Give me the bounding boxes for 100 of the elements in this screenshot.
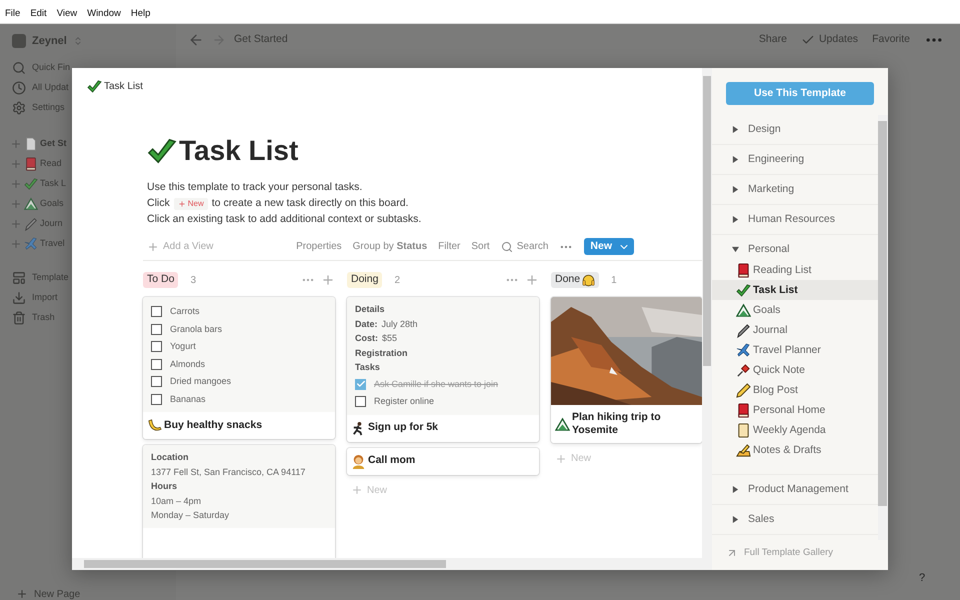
category-toggle[interactable]: Human Resources xyxy=(712,205,878,234)
expand-icon[interactable] xyxy=(10,198,22,210)
new-button[interactable]: New xyxy=(584,238,634,255)
share-button[interactable]: Share xyxy=(758,32,787,48)
menu-item[interactable]: File xyxy=(5,6,20,21)
sidebar-item[interactable]: Settings xyxy=(32,101,65,115)
category-toggle[interactable]: Sales xyxy=(712,505,878,534)
property-heading: Location xyxy=(151,451,190,464)
category-toggle[interactable]: Product Management xyxy=(712,475,878,504)
page-breadcrumb[interactable]: Task List xyxy=(104,78,143,94)
scrollbar-thumb[interactable] xyxy=(878,121,887,506)
checklist-item-text: Carrots xyxy=(170,305,200,318)
pen-icon xyxy=(736,322,751,338)
gallery-entry[interactable]: Weekly Agenda xyxy=(712,420,878,440)
sidebar-item[interactable]: All Updat xyxy=(32,81,69,95)
gallery-entry[interactable]: Journal xyxy=(712,320,878,340)
description-text: to create a new task directly on this board. xyxy=(212,196,408,211)
gallery-entry[interactable]: Goals xyxy=(712,300,878,320)
gallery-link[interactable]: Full Template Gallery xyxy=(712,546,878,560)
add-view-button[interactable]: Add a View xyxy=(147,239,214,254)
document-icon xyxy=(24,137,38,151)
menu-item[interactable]: View xyxy=(56,6,78,21)
check-icon xyxy=(87,78,102,94)
group-by-button[interactable]: Group by Status xyxy=(352,239,428,254)
checkbox[interactable] xyxy=(355,378,366,390)
task-card[interactable]: Location 1377 Fell St, San Francisco, CA 94117 Hours 10am – 4pm Monday – Saturday xyxy=(143,445,335,558)
page-link[interactable]: Travel xyxy=(40,237,65,251)
workspace-name[interactable]: Zeynel xyxy=(32,32,67,50)
help-button[interactable]: ? xyxy=(910,566,934,590)
back-icon[interactable] xyxy=(188,32,204,48)
horizontal-scrollbar[interactable] xyxy=(72,558,712,570)
gallery-entry[interactable]: Quick Note xyxy=(712,360,878,380)
menu-item[interactable]: Help xyxy=(130,6,150,21)
switcher-icon[interactable] xyxy=(72,36,83,46)
sidebar-item[interactable]: Template xyxy=(32,271,69,285)
search-button[interactable]: Search xyxy=(500,239,548,254)
expand-icon[interactable] xyxy=(10,138,22,150)
search-icon xyxy=(12,61,26,75)
category-toggle[interactable]: Engineering xyxy=(712,145,878,174)
use-template-button[interactable]: Use This Template xyxy=(726,82,874,106)
pin-icon xyxy=(736,362,751,378)
menu-item[interactable]: Edit xyxy=(30,6,47,21)
gallery-entry[interactable]: Personal Home xyxy=(712,400,878,420)
page-link[interactable]: Get St xyxy=(40,137,67,151)
sidebar-item[interactable]: Trash xyxy=(32,311,55,325)
vertical-scrollbar[interactable] xyxy=(878,115,888,540)
sort-button[interactable]: Sort xyxy=(471,239,490,254)
checkbox[interactable] xyxy=(151,376,162,388)
search-icon xyxy=(500,240,513,252)
gallery-entry[interactable]: Travel Planner xyxy=(712,340,878,360)
category-toggle[interactable]: Marketing xyxy=(712,175,878,204)
gallery-entry[interactable]: Task List xyxy=(712,280,878,300)
scrollbar-thumb[interactable] xyxy=(703,76,711,366)
task-card[interactable]: Plan hiking trip to Yosemite xyxy=(551,297,702,444)
property-value: Monday – Saturday xyxy=(151,509,230,522)
favorite-button[interactable]: Favorite xyxy=(872,32,910,48)
menu-item[interactable]: Window xyxy=(87,6,121,21)
task-card[interactable]: Call mom xyxy=(347,448,539,474)
expand-icon[interactable] xyxy=(10,178,22,190)
status-tag: To Do xyxy=(143,272,178,288)
checklist-item-text: Dried mangoes xyxy=(170,375,232,388)
expand-icon[interactable] xyxy=(10,238,22,250)
expand-icon[interactable] xyxy=(10,218,22,230)
checklist-item-text: Almonds xyxy=(170,358,206,370)
expand-icon[interactable] xyxy=(10,158,22,170)
notepad-pencil-icon xyxy=(736,442,751,458)
updates-button[interactable]: Updates xyxy=(800,32,858,48)
task-card[interactable]: Carrots Granola bars Yogurt Almonds Dried mangoes Bananas Buy healthy snacks xyxy=(143,297,335,439)
sidebar-item[interactable]: Quick Fin xyxy=(32,61,70,75)
filter-button[interactable]: Filter xyxy=(438,239,460,254)
scrollbar-thumb[interactable] xyxy=(84,560,446,568)
sidebar-item[interactable]: Import xyxy=(32,291,58,305)
checkbox[interactable] xyxy=(151,358,162,370)
add-icon[interactable] xyxy=(525,273,539,287)
page-breadcrumb[interactable]: Get Started xyxy=(234,32,288,48)
new-page-button[interactable]: New Page xyxy=(0,588,176,600)
page-link[interactable]: Task L xyxy=(40,177,66,191)
count-label: 1 xyxy=(611,274,617,288)
caret-icon xyxy=(732,126,739,134)
checkbox[interactable] xyxy=(151,394,162,405)
notepad-icon xyxy=(736,422,751,438)
gallery-entry[interactable]: Notes & Drafts xyxy=(712,440,878,460)
checkbox[interactable] xyxy=(151,324,162,335)
checkbox[interactable] xyxy=(151,306,162,318)
task-card[interactable]: Details Date: July 28th Cost: $55 Registration Tasks Ask Camille if she wants to join Register online Sign up for 5k xyxy=(347,297,539,442)
gallery-entry[interactable]: Blog Post xyxy=(712,380,878,400)
page-link[interactable]: Read xyxy=(40,157,62,171)
property-label: Cost: xyxy=(355,332,378,345)
vertical-scrollbar[interactable] xyxy=(702,68,712,558)
checkbox[interactable] xyxy=(355,396,366,408)
checkbox[interactable] xyxy=(151,341,162,352)
banana-icon xyxy=(147,418,162,433)
checklist-item-text: Register online xyxy=(374,395,434,408)
book-icon xyxy=(736,262,751,278)
add-icon[interactable] xyxy=(321,273,335,287)
page-link[interactable]: Goals xyxy=(40,197,64,211)
category-toggle[interactable]: Design xyxy=(712,115,878,144)
card-title: Buy healthy snacks xyxy=(164,418,262,432)
properties-button[interactable]: Properties xyxy=(296,239,342,254)
page-link[interactable]: Journ xyxy=(40,217,63,231)
